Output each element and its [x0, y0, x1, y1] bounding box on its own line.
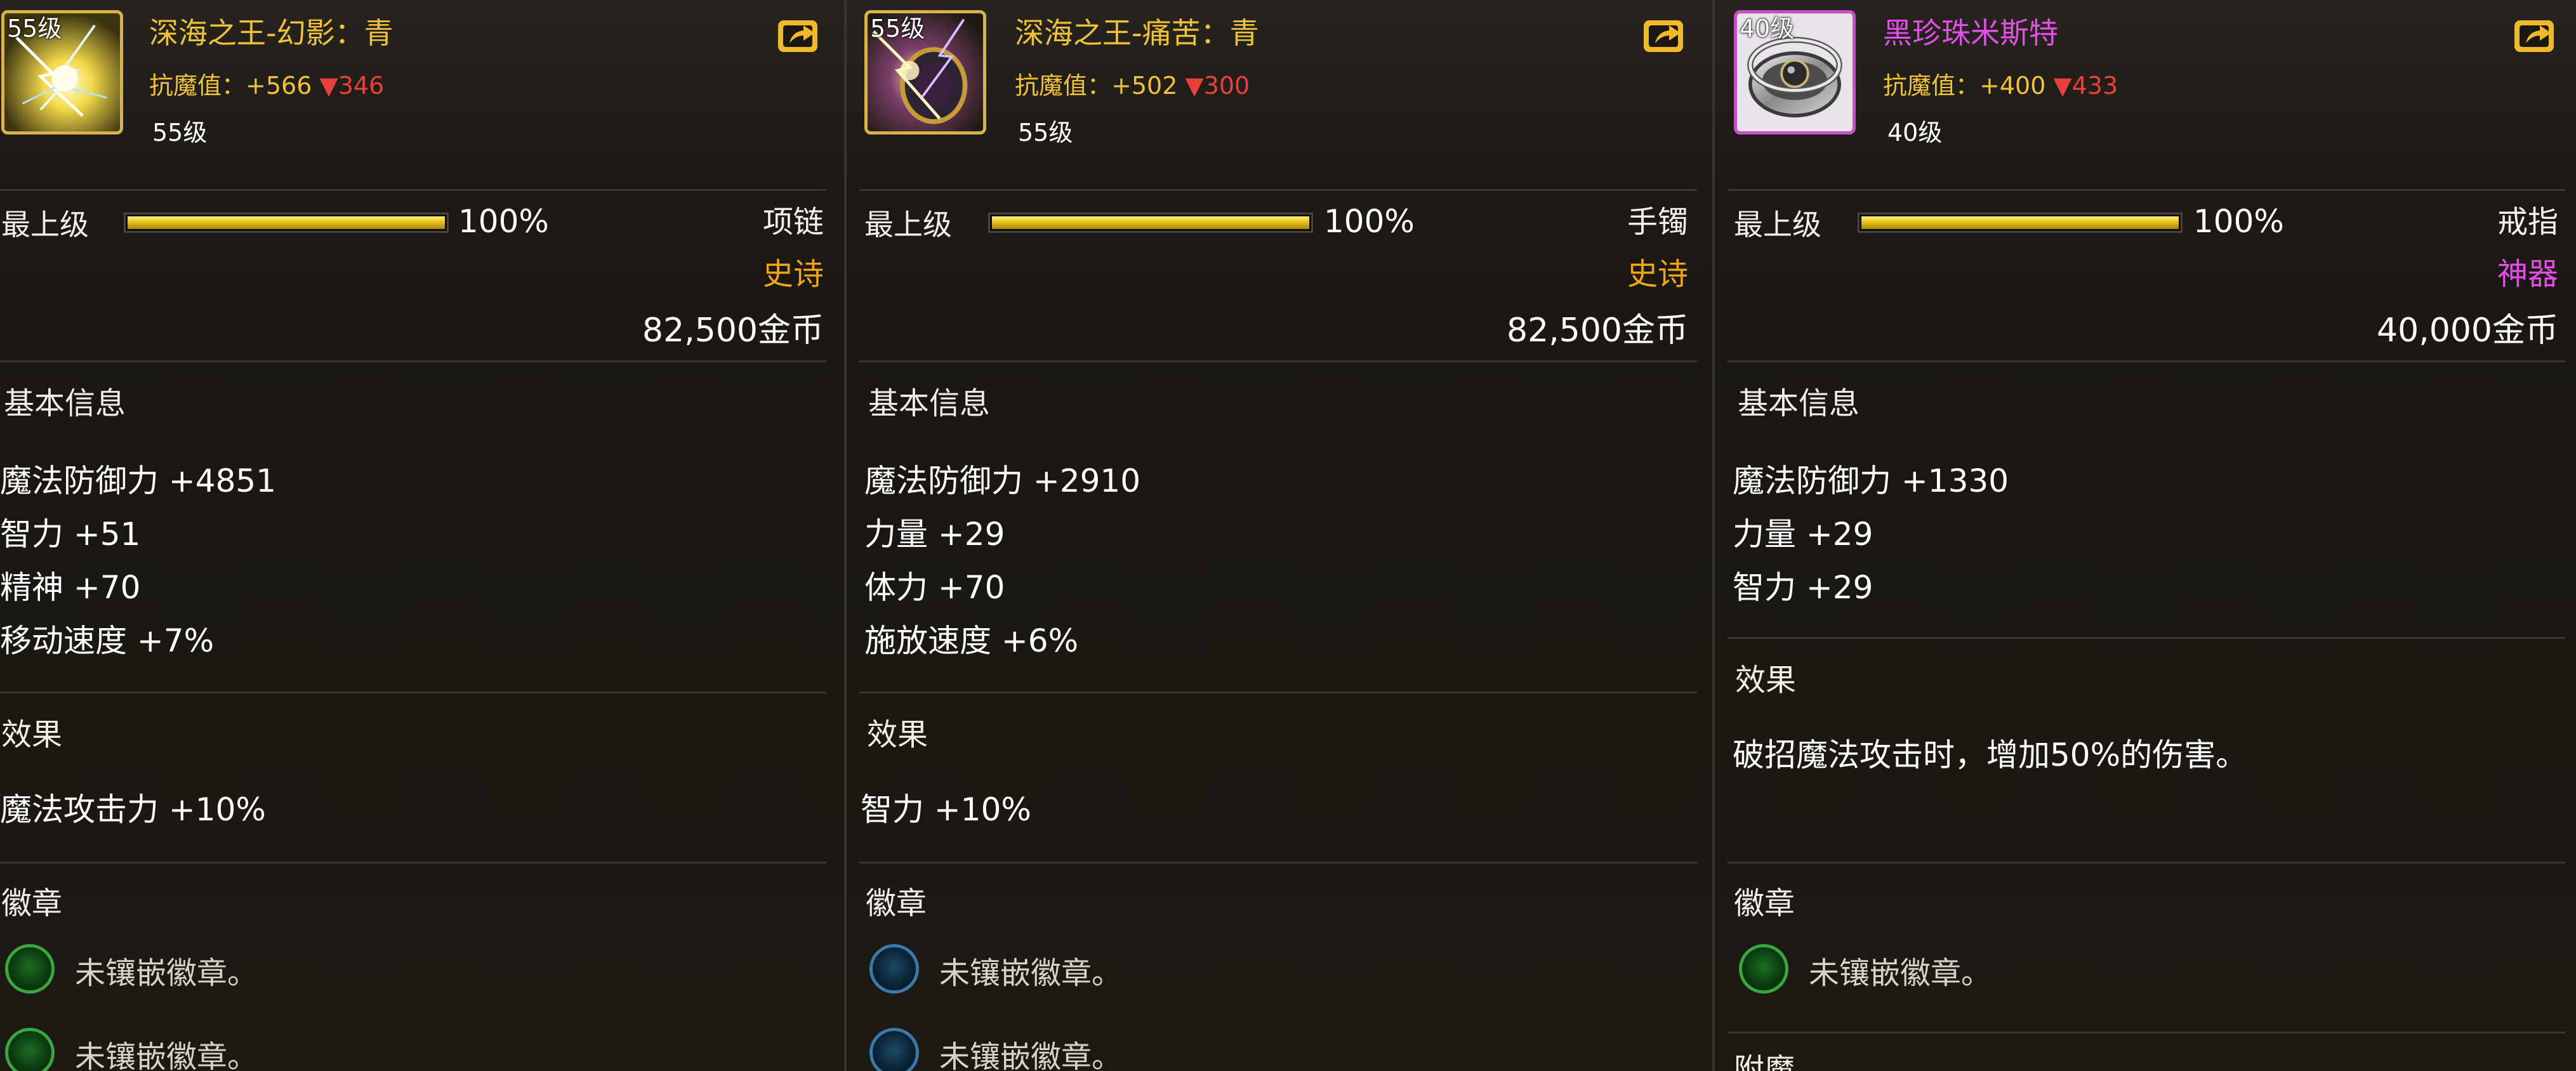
emblem-slot-text: 未镶嵌徽章。: [75, 956, 258, 991]
grade-progress-fill: [1861, 216, 2179, 229]
divider: [859, 692, 1697, 693]
item-name: 深海之王-幻影：青: [149, 16, 393, 50]
section-emblem: 徽章: [1, 886, 63, 921]
rarity: 神器: [2497, 256, 2558, 292]
effect-text: 智力 +10%: [861, 791, 1031, 828]
required-level: 55级: [1018, 119, 1073, 147]
resist-diff: ▼346: [319, 72, 385, 100]
share-icon[interactable]: [776, 14, 822, 56]
grade-progress-text: 100%: [458, 203, 549, 240]
emblem-slot-text: 未镶嵌徽章。: [939, 1039, 1123, 1071]
grade-label: 最上级: [1, 207, 89, 242]
grade-progress-bar: [124, 213, 449, 233]
item-compare-window: 55级 深海之王-幻影：青 抗魔值：+566 ▼346 55级 最上级 100%…: [0, 0, 2576, 1071]
divider: [0, 360, 826, 362]
item-level-badge: 40级: [1740, 15, 1795, 43]
item-panel-1: 55级 深海之王-幻影：青 抗魔值：+566 ▼346 55级 最上级 100%…: [0, 0, 844, 1071]
resist-label: 抗魔值：+400: [1883, 72, 2046, 100]
section-basic-info: 基本信息: [4, 386, 126, 421]
price: 82,500金币: [1507, 312, 1688, 350]
price: 82,500金币: [642, 312, 824, 350]
stat-line: 移动速度 +7%: [0, 622, 215, 659]
stat-line: 体力 +70: [864, 569, 1005, 606]
stat-line: 魔法防御力 +2910: [864, 463, 1141, 499]
grade-progress-fill: [128, 216, 445, 229]
divider: [1727, 637, 2565, 639]
section-effect: 效果: [1735, 662, 1797, 698]
stat-line: 精神 +70: [0, 569, 141, 606]
grade-label: 最上级: [864, 207, 952, 242]
grade-progress-fill: [992, 216, 1309, 229]
item-panel-3: 40级 黑珍珠米斯特 抗魔值：+400 ▼433 40级 最上级 100% 戒指…: [1715, 0, 2576, 1071]
section-effect: 效果: [1, 717, 63, 752]
section-effect: 效果: [867, 717, 928, 752]
item-icon-bracelet[interactable]: 55级: [864, 10, 986, 135]
divider: [1727, 189, 2565, 191]
required-level: 55级: [152, 119, 208, 147]
magic-resist-value: 抗魔值：+502 ▼300: [1015, 66, 1250, 101]
grade-progress-text: 100%: [2193, 203, 2284, 240]
section-emblem: 徽章: [866, 886, 927, 921]
divider: [0, 692, 826, 693]
stat-line: 智力 +29: [1733, 569, 1873, 606]
resist-label: 抗魔值：+502: [1015, 72, 1178, 100]
stat-line: 施放速度 +6%: [864, 622, 1079, 659]
equip-slot: 手镯: [1627, 204, 1688, 240]
rarity: 史诗: [762, 256, 824, 292]
equip-slot: 项链: [762, 204, 824, 240]
effect-text: 破招魔法攻击时，增加50%的伤害。: [1733, 737, 2248, 773]
divider: [859, 862, 1697, 864]
magic-resist-value: 抗魔值：+400 ▼433: [1883, 66, 2118, 101]
item-name: 黑珍珠米斯特: [1883, 16, 2058, 50]
divider: [859, 189, 1697, 191]
divider: [0, 862, 826, 864]
divider: [1727, 1032, 2565, 1034]
divider: [859, 360, 1697, 362]
section-enchant: 附魔: [1734, 1052, 1795, 1071]
divider: [0, 189, 826, 191]
item-panel-2: 55级 深海之王-痛苦：青 抗魔值：+502 ▼300 55级 最上级 100%…: [847, 0, 1712, 1071]
grade-label: 最上级: [1734, 207, 1821, 242]
grade-progress-bar: [988, 213, 1313, 233]
stat-line: 魔法防御力 +4851: [0, 463, 277, 499]
stat-line: 力量 +29: [1733, 516, 1873, 553]
share-icon[interactable]: [2512, 14, 2559, 56]
item-level-badge: 55级: [7, 15, 62, 43]
required-level: 40级: [1887, 119, 1943, 147]
item-icon-ring[interactable]: 40级: [1734, 10, 1856, 135]
section-emblem: 徽章: [1734, 886, 1795, 921]
equip-slot: 戒指: [2497, 204, 2558, 240]
emblem-slot-text: 未镶嵌徽章。: [1809, 956, 1992, 991]
emblem-slot-text: 未镶嵌徽章。: [75, 1039, 258, 1071]
emblem-socket-icon: [869, 1028, 919, 1071]
rarity: 史诗: [1627, 256, 1688, 292]
item-name: 深海之王-痛苦：青: [1015, 16, 1259, 50]
effect-text: 魔法攻击力 +10%: [0, 791, 266, 828]
grade-progress-text: 100%: [1324, 203, 1415, 240]
item-level-badge: 55级: [870, 15, 925, 43]
price: 40,000金币: [2377, 312, 2558, 350]
resist-diff: ▼300: [1185, 72, 1250, 100]
emblem-socket-icon: [5, 1028, 55, 1071]
emblem-socket-icon: [869, 944, 919, 994]
stat-line: 智力 +51: [0, 516, 141, 553]
section-basic-info: 基本信息: [868, 386, 991, 421]
emblem-socket-icon: [1739, 944, 1788, 994]
share-icon[interactable]: [1641, 14, 1688, 56]
grade-progress-bar: [1858, 213, 2183, 233]
divider: [1727, 862, 2565, 864]
magic-resist-value: 抗魔值：+566 ▼346: [149, 66, 384, 101]
stat-line: 魔法防御力 +1330: [1733, 463, 2009, 499]
resist-diff: ▼433: [2053, 72, 2118, 100]
item-icon-necklace[interactable]: 55级: [1, 10, 123, 135]
divider: [1727, 360, 2565, 362]
stat-line: 力量 +29: [864, 516, 1005, 553]
resist-label: 抗魔值：+566: [149, 72, 312, 100]
section-basic-info: 基本信息: [1738, 386, 1860, 421]
emblem-socket-icon: [5, 944, 55, 994]
emblem-slot-text: 未镶嵌徽章。: [939, 956, 1123, 991]
